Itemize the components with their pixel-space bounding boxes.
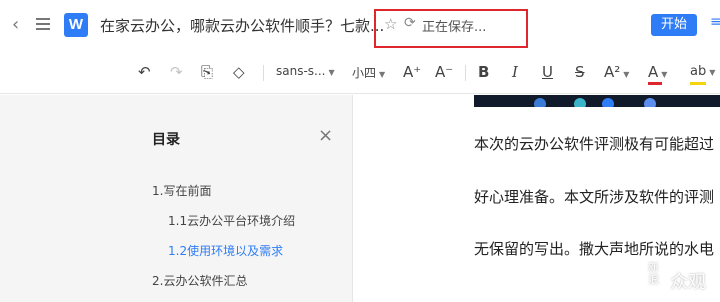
chevron-down-icon: ▼ [328, 68, 335, 77]
document-paragraph[interactable]: 本次的云办公软件评测极有可能超过 [474, 133, 714, 154]
text-effect-label: A² [604, 63, 621, 81]
sync-icon: ⟳ [404, 15, 416, 31]
shrink-font-icon[interactable]: A⁻ [435, 62, 453, 82]
chevron-down-icon: ▼ [379, 70, 386, 79]
hamburger-menu-icon[interactable] [36, 18, 50, 30]
document-paragraph[interactable]: 无保留的写出。撒大声地所说的水电 [474, 238, 714, 259]
strikethrough-icon[interactable]: S [575, 62, 585, 82]
watermark-logo: 新浪 [648, 261, 659, 286]
highlight-label: ab [690, 64, 707, 79]
toc-item[interactable]: 1.写在前面 [152, 182, 211, 199]
toc-item[interactable]: 2.云办公软件汇总 [152, 272, 247, 289]
font-size-dropdown[interactable]: 小四 ▼ [352, 64, 385, 81]
wps-writer-logo: W [64, 13, 88, 37]
highlight-color-swatch [690, 82, 706, 85]
embedded-screenshot-image [474, 95, 720, 107]
start-tab-button[interactable]: 开始 [651, 14, 697, 36]
toolbar-divider [465, 65, 466, 81]
formatting-toolbar: ↶ ↷ ⎘ ◇ sans-s... ▼ 小四 ▼ A⁺ A⁻ B I U S A² ▼… [0, 52, 720, 94]
toc-item[interactable]: 1.1云办公平台环境介绍 [168, 212, 295, 229]
italic-icon[interactable]: I [512, 62, 518, 82]
format-painter-icon[interactable]: ⎘ [201, 62, 213, 82]
font-color-label: A [648, 63, 659, 81]
star-icon[interactable]: ☆ [384, 15, 397, 33]
text-effect-icon[interactable]: A² ▼ [604, 62, 629, 85]
document-paragraph[interactable]: 好心理准备。本文所涉及软件的评测 [474, 186, 714, 207]
watermark-text: 众观 [670, 272, 706, 293]
chevron-down-icon: ▼ [709, 68, 716, 77]
toc-item-active[interactable]: 1.2使用环境以及需求 [168, 242, 283, 259]
grow-font-icon[interactable]: A⁺ [403, 62, 421, 82]
redo-icon[interactable]: ↷ [170, 62, 183, 82]
toc-title: 目录 [152, 132, 180, 148]
save-status: 正在保存... [422, 20, 487, 35]
bold-icon[interactable]: B [478, 62, 489, 82]
chevron-down-icon: ▼ [623, 70, 630, 79]
chevron-down-icon: ▼ [661, 70, 668, 79]
watermark: 新浪 众观 [648, 262, 718, 298]
font-family-value: sans-s... [276, 64, 326, 78]
undo-icon[interactable]: ↶ [138, 62, 151, 82]
back-chevron-icon[interactable]: ‹ [12, 14, 28, 36]
font-color-swatch [648, 82, 662, 85]
clear-format-icon[interactable]: ◇ [233, 62, 245, 82]
font-family-dropdown[interactable]: sans-s... ▼ [276, 64, 335, 78]
toolbar-divider [263, 65, 264, 81]
underline-icon[interactable]: U [542, 62, 553, 82]
title-bar: ‹ W 在家云办公，哪款云办公软件顺手？七款... [0, 0, 720, 52]
close-icon[interactable]: × [318, 125, 333, 146]
highlight-icon[interactable]: ab ▼ [690, 62, 715, 83]
more-menu-icon[interactable]: ≡ [710, 14, 720, 30]
document-title[interactable]: 在家云办公，哪款云办公软件顺手？七款... [100, 15, 384, 36]
font-size-value: 小四 [352, 66, 377, 80]
